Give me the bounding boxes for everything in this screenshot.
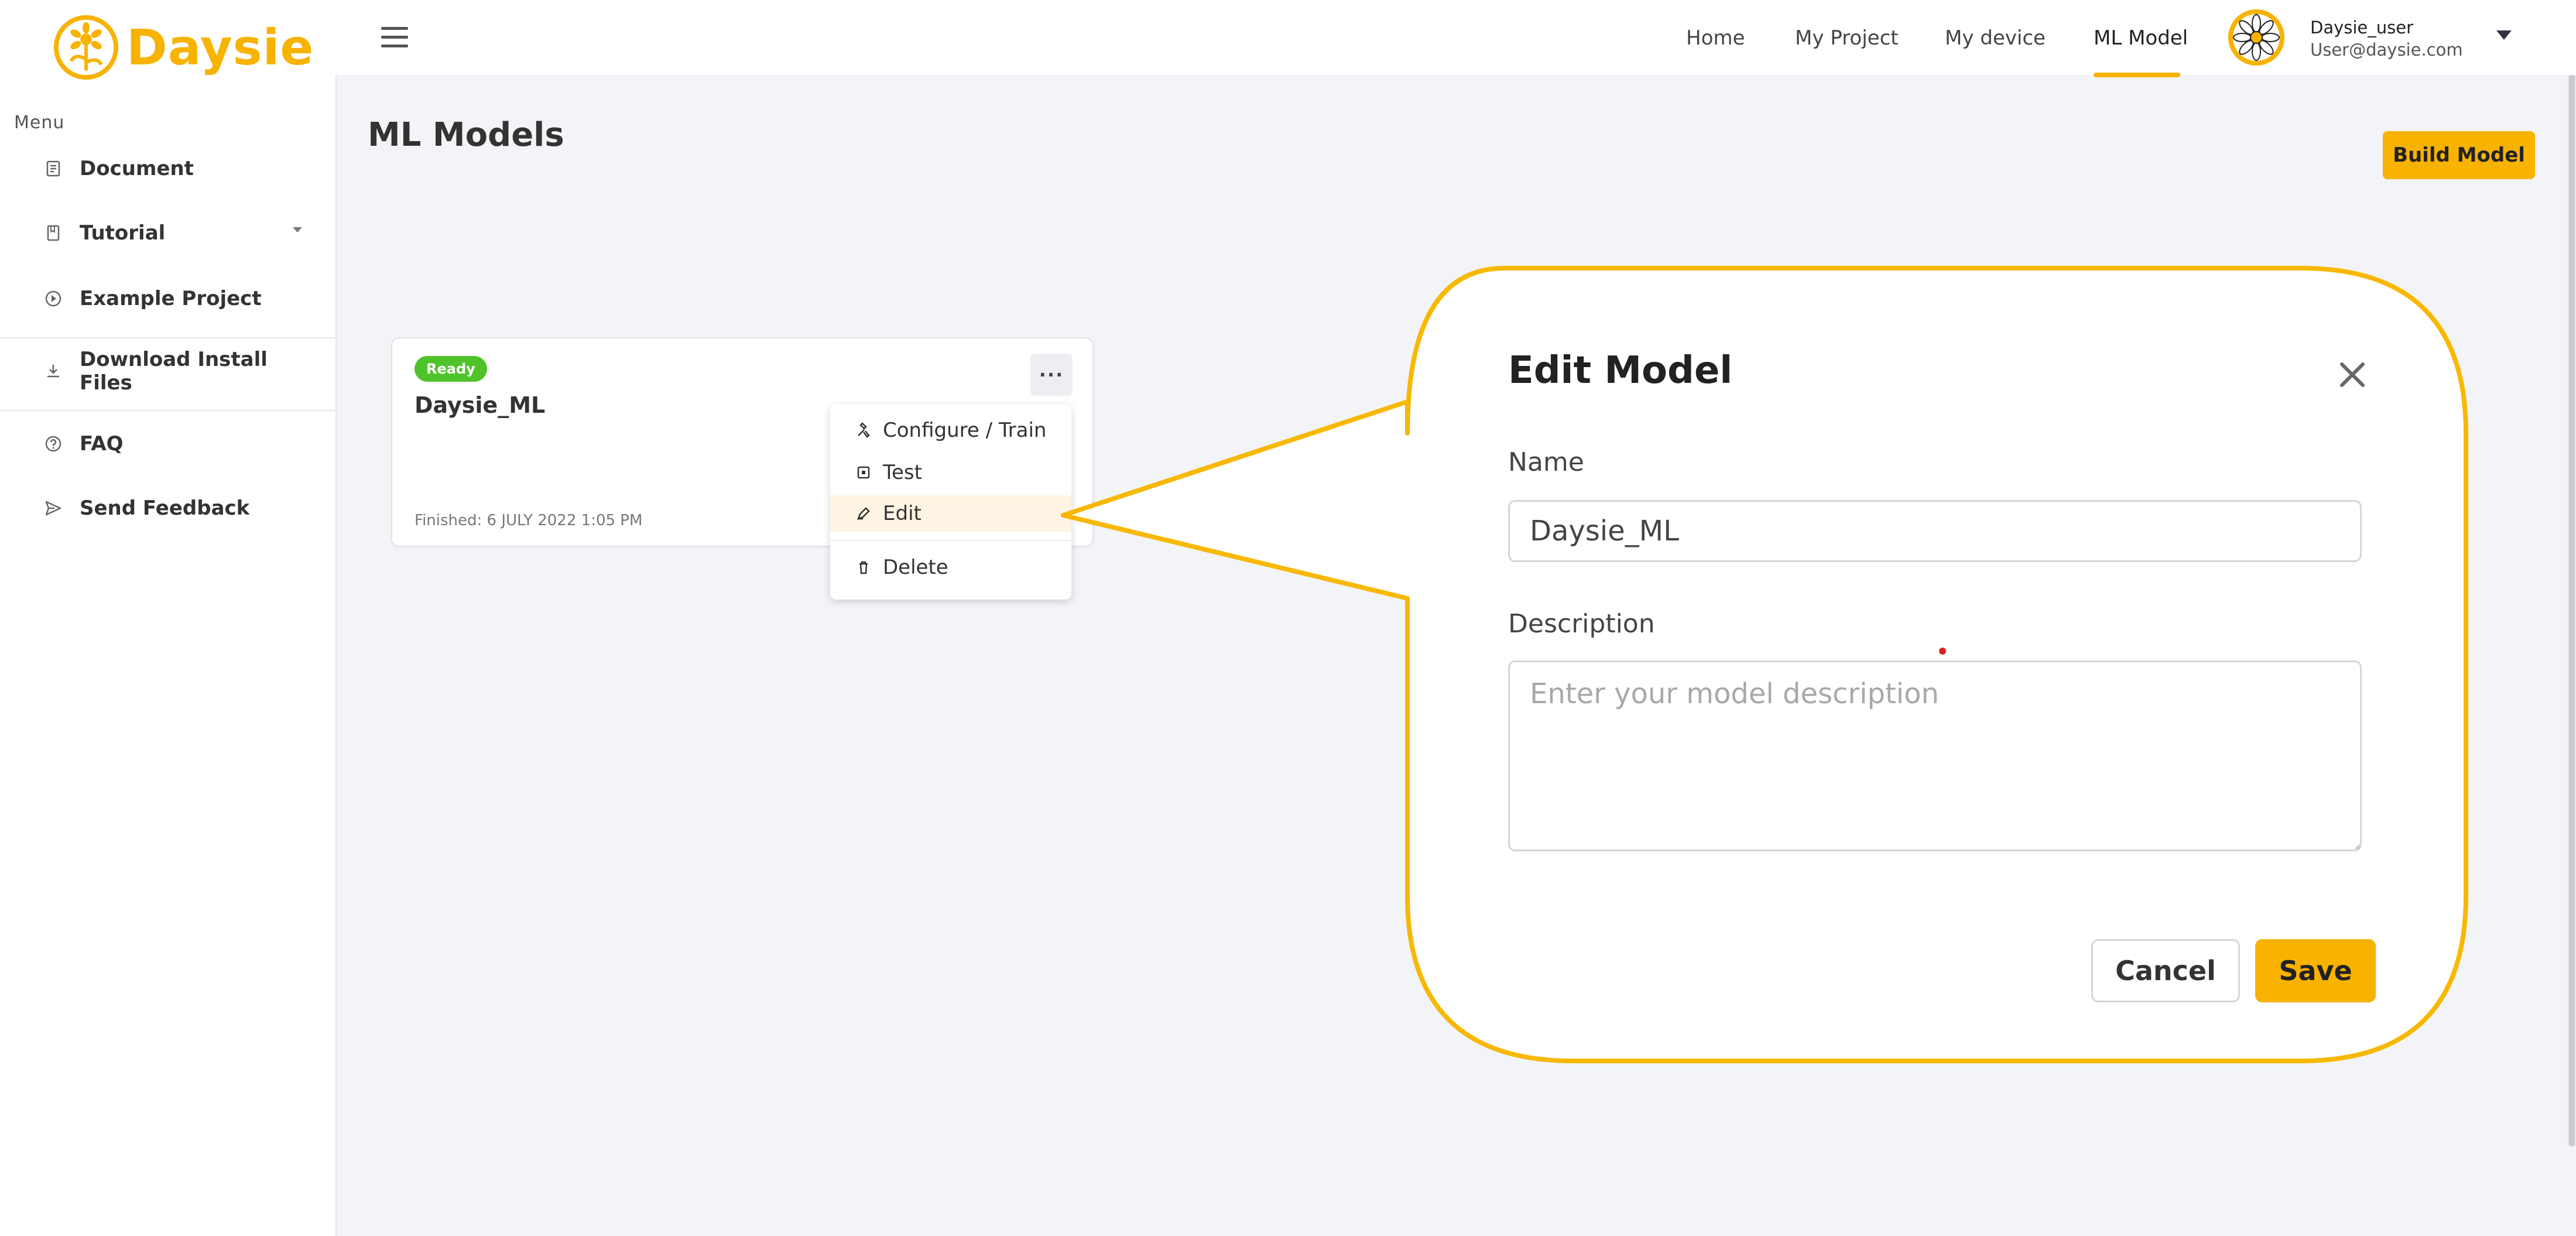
menu-item-delete[interactable]: Delete [830, 549, 1071, 586]
user-menu-caret-icon[interactable] [2496, 30, 2512, 40]
sidebar-item-send-feedback[interactable]: Send Feedback [44, 491, 302, 526]
pencil-icon [856, 506, 871, 521]
sidebar-divider [0, 410, 335, 411]
daisy-logo-icon [53, 15, 119, 80]
book-icon [44, 224, 62, 242]
nav-home[interactable]: Home [1686, 23, 1745, 53]
menu-label: Menu [14, 112, 65, 133]
modal-title: Edit Model [1508, 349, 1733, 392]
status-badge: Ready [415, 356, 487, 382]
brand-name: Daysie [126, 19, 314, 76]
menu-item-edit[interactable]: Edit [830, 495, 1071, 532]
sidebar-item-example-project[interactable]: Example Project [44, 281, 302, 316]
menu-item-configure-train[interactable]: Configure / Train [830, 412, 1071, 448]
name-label: Name [1508, 447, 1584, 477]
model-finished-time: Finished: 6 JULY 2022 1:05 PM [415, 512, 643, 529]
download-icon [44, 362, 62, 380]
menu-divider [830, 540, 1071, 541]
chevron-down-icon [293, 227, 302, 232]
menu-item-label: Edit [883, 502, 922, 525]
build-model-button[interactable]: Build Model [2383, 131, 2535, 179]
nav-ml-model[interactable]: ML Model [2094, 23, 2188, 53]
sidebar-item-label: Download Install Files [80, 348, 268, 395]
cursor-marker [1939, 648, 1946, 655]
name-input[interactable] [1508, 500, 2362, 562]
menu-item-label: Test [883, 461, 922, 484]
user-name: Daysie_user [2310, 18, 2414, 37]
user-email: User@daysie.com [2310, 40, 2463, 60]
save-button[interactable]: Save [2255, 939, 2376, 1002]
trash-icon [856, 560, 871, 575]
nav-active-indicator [2094, 73, 2180, 77]
avatar[interactable] [2228, 9, 2284, 66]
sidebar-item-label: Tutorial [80, 221, 166, 245]
tools-icon [856, 423, 871, 438]
cancel-button[interactable]: Cancel [2091, 939, 2240, 1002]
play-circle-icon [44, 290, 62, 307]
sidebar-item-tutorial[interactable]: Tutorial [44, 215, 302, 251]
sidebar-item-label: Send Feedback [80, 497, 250, 520]
more-options-icon[interactable]: ··· [1030, 354, 1073, 396]
sidebar-item-label: Document [80, 157, 194, 180]
document-icon [44, 160, 62, 177]
hamburger-menu-icon[interactable] [381, 27, 408, 48]
sidebar-item-label: Example Project [80, 287, 262, 310]
page-title: ML Models [368, 116, 564, 154]
daisy-flower-icon [2233, 14, 2280, 61]
question-circle-icon [44, 435, 62, 453]
nav-my-project[interactable]: My Project [1795, 23, 1899, 53]
sidebar-item-document[interactable]: Document [44, 151, 302, 186]
close-icon[interactable] [2336, 358, 2369, 391]
sidebar-item-download[interactable]: Download Install Files [44, 348, 302, 395]
sidebar: Daysie Menu Document Tutorial Example Pr… [0, 0, 337, 1236]
model-name: Daysie_ML [415, 392, 546, 418]
sidebar-divider [0, 337, 335, 338]
send-icon [44, 499, 62, 517]
description-label: Description [1508, 609, 1655, 639]
sidebar-item-label: FAQ [80, 432, 124, 456]
menu-item-test[interactable]: Test [830, 454, 1071, 491]
model-actions-menu: Configure / Train Test Edit Delete [830, 404, 1071, 600]
menu-item-label: Delete [883, 556, 948, 579]
callout-bubble [1061, 266, 2468, 1063]
description-input[interactable] [1508, 660, 2362, 851]
menu-item-label: Configure / Train [883, 419, 1047, 442]
page-scrollbar[interactable] [2568, 75, 2576, 1146]
brand-logo[interactable]: Daysie [52, 13, 314, 82]
sidebar-item-faq[interactable]: FAQ [44, 426, 302, 461]
test-box-icon [856, 465, 871, 480]
nav-my-device[interactable]: My device [1945, 23, 2046, 53]
